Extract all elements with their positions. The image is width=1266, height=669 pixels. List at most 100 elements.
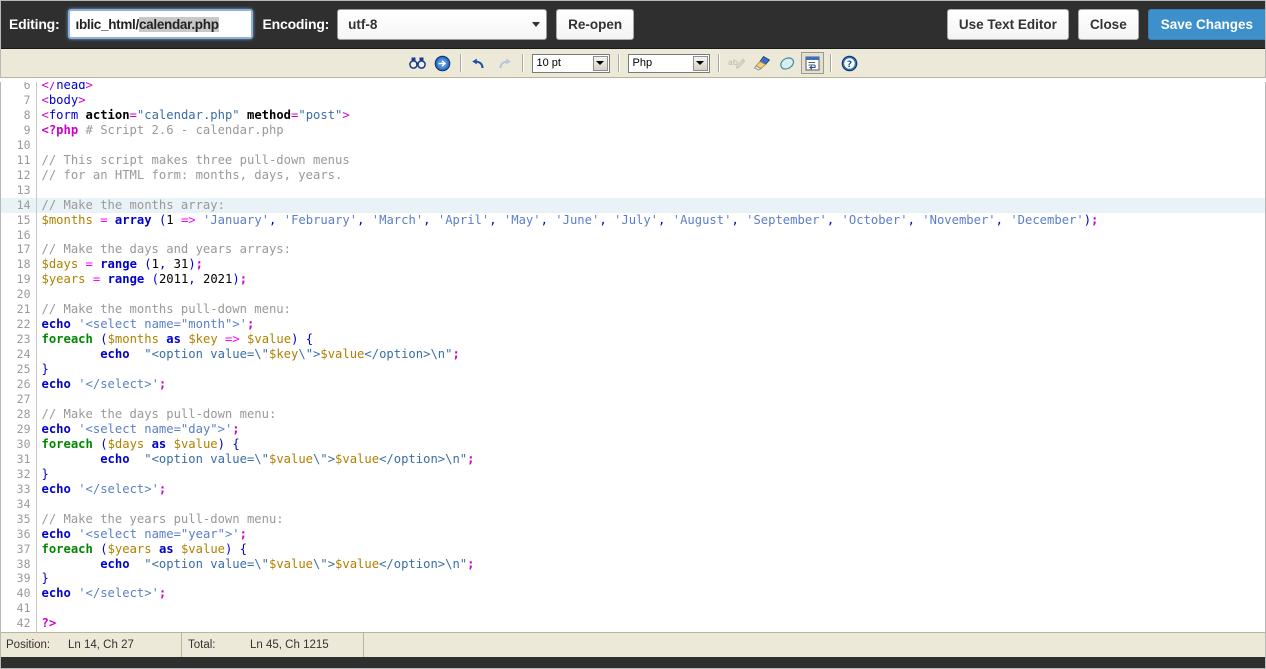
editing-label: Editing:	[9, 16, 60, 32]
code-line[interactable]: 27	[0, 392, 1266, 407]
reopen-button[interactable]: Re-open	[556, 8, 635, 40]
line-content[interactable]: echo "<option value=\"$value\">$value</o…	[36, 557, 1266, 572]
token-punc: {	[239, 541, 248, 556]
line-content[interactable]: echo '<select name="day">';	[36, 422, 1266, 437]
code-line[interactable]: 8 <form action="calendar.php" method="pos…	[0, 107, 1266, 123]
line-content[interactable]	[36, 601, 1266, 616]
line-content[interactable]: <?php # Script 2.6 - calendar.php	[36, 123, 1266, 138]
line-content[interactable]	[36, 228, 1266, 243]
word-wrap-icon[interactable]	[800, 52, 824, 74]
token-foreach: foreach	[41, 436, 93, 451]
code-line[interactable]: 20	[0, 287, 1266, 303]
code-line[interactable]: 10	[0, 137, 1266, 153]
goto-line-icon[interactable]	[431, 52, 454, 74]
encoding-value: utf-8	[348, 16, 378, 32]
code-line[interactable]: 28 // Make the days pull-down menu:	[0, 406, 1266, 422]
token-comment: // This script makes three pull-down men…	[41, 152, 350, 167]
code-line[interactable]: 21 // Make the months pull-down menu:	[0, 302, 1266, 318]
line-content[interactable]: <form action="calendar.php" method="post…	[36, 108, 1266, 123]
code-line[interactable]: 29 echo '<select name="day">';	[0, 421, 1266, 437]
line-content[interactable]: ?>	[36, 616, 1266, 631]
line-content[interactable]: // Make the days and years arrays:	[36, 242, 1266, 257]
line-content[interactable]: // Make the months array:	[36, 197, 1266, 213]
code-line[interactable]: 30 foreach ($days as $value) {	[0, 436, 1266, 452]
save-changes-button[interactable]: Save Changes	[1147, 9, 1266, 40]
filename-input[interactable]: ıblic_html/calendar.php	[67, 9, 253, 39]
code-line[interactable]: 36 echo '<select name="year">';	[0, 526, 1266, 542]
code-line[interactable]: 40 echo '</select>';	[0, 586, 1266, 602]
line-content[interactable]	[36, 497, 1266, 512]
code-line[interactable]: 24 echo "<option value=\"$key\">$value</…	[0, 347, 1266, 363]
code-line[interactable]: 34	[0, 496, 1266, 512]
code-line[interactable]: 15 $months = array (1 => 'January', 'Febr…	[0, 212, 1266, 228]
close-button[interactable]: Close	[1077, 9, 1139, 40]
line-content[interactable]: $days = range (1, 31);	[36, 257, 1266, 272]
undo-icon[interactable]	[468, 52, 491, 74]
line-content[interactable]: echo "<option value=\"$key\">$value</opt…	[36, 347, 1266, 362]
code-line[interactable]: 38 echo "<option value=\"$value\">$value…	[0, 556, 1266, 572]
line-content[interactable]: // This script makes three pull-down men…	[36, 153, 1266, 168]
clear-formatting-icon[interactable]	[776, 52, 799, 74]
use-text-editor-button[interactable]: Use Text Editor	[946, 9, 1069, 40]
line-content[interactable]: foreach ($years as $value) {	[36, 542, 1266, 557]
code-line[interactable]: 23 foreach ($months as $key => $value) {	[0, 332, 1266, 348]
line-content[interactable]: echo '</select>';	[36, 377, 1266, 392]
find-icon[interactable]	[406, 52, 429, 74]
code-line[interactable]: 7 <body>	[0, 92, 1266, 108]
line-content[interactable]: }	[36, 467, 1266, 482]
line-content[interactable]: // Make the days pull-down menu:	[36, 407, 1266, 422]
line-content[interactable]	[36, 183, 1266, 198]
status-position-value: Ln 14, Ch 27	[68, 639, 134, 651]
code-line[interactable]: 31 echo "<option value=\"$value\">$value…	[0, 451, 1266, 467]
line-content[interactable]: foreach ($days as $value) {	[36, 437, 1266, 452]
line-content[interactable]	[36, 287, 1266, 302]
line-content[interactable]: // Make the years pull-down menu:	[36, 512, 1266, 527]
code-line[interactable]: 17 // Make the days and years arrays:	[0, 242, 1266, 258]
code-line[interactable]: 35 // Make the years pull-down menu:	[0, 511, 1266, 527]
line-content[interactable]: $months = array (1 => 'January', 'Februa…	[36, 213, 1266, 228]
code-line[interactable]: 22 echo '<select name="month">';	[0, 317, 1266, 333]
code-area[interactable]: 6 </head> 7 <body> 8 <form action="calendar.p…	[0, 78, 1266, 632]
token-punc: }	[41, 466, 49, 481]
code-line[interactable]: 42 ?>	[0, 616, 1266, 632]
line-content[interactable]: echo '</select>';	[36, 586, 1266, 601]
token-attr: method	[247, 107, 292, 122]
code-line[interactable]: 19 $years = range (2011, 2021);	[0, 272, 1266, 288]
font-size-select[interactable]: 10 pt	[531, 53, 610, 73]
code-line[interactable]: 41	[0, 601, 1266, 617]
line-content[interactable]: $years = range (2011, 2021);	[36, 272, 1266, 287]
encoding-select[interactable]: utf-8	[337, 8, 548, 40]
syntax-highlight-icon[interactable]	[751, 52, 774, 74]
code-line[interactable]: 39}	[0, 571, 1266, 587]
line-content[interactable]: // for an HTML form: months, days, years…	[36, 168, 1266, 183]
line-content[interactable]	[36, 138, 1266, 153]
code-line[interactable]: 16	[0, 227, 1266, 243]
code-line[interactable]: 13	[0, 182, 1266, 198]
line-number: 29	[0, 421, 37, 437]
line-content[interactable]	[36, 392, 1266, 407]
line-content[interactable]: echo "<option value=\"$value\">$value</o…	[36, 452, 1266, 467]
code-line[interactable]: 11 // This script makes three pull-down m…	[0, 152, 1266, 168]
help-icon[interactable]: ?	[838, 52, 861, 74]
code-line[interactable]: 18 $days = range (1, 31);	[0, 257, 1266, 273]
code-line[interactable]: 33 echo '</select>';	[0, 481, 1266, 497]
token-comment: // Make the days pull-down menu:	[41, 406, 277, 421]
code-line[interactable]: 25}	[0, 362, 1266, 378]
language-select[interactable]: Php	[627, 53, 710, 73]
code-line[interactable]: 32}	[0, 466, 1266, 482]
line-content[interactable]: // Make the months pull-down menu:	[36, 302, 1266, 317]
line-content[interactable]: echo '</select>';	[36, 482, 1266, 497]
code-line[interactable]: 14 // Make the months array:	[0, 197, 1266, 213]
line-number: 19	[0, 272, 37, 288]
line-content[interactable]: }	[36, 571, 1266, 586]
line-content[interactable]: echo '<select name="year">';	[36, 527, 1266, 542]
line-content[interactable]: <body>	[36, 93, 1266, 108]
code-line[interactable]: 9 <?php # Script 2.6 - calendar.php	[0, 122, 1266, 138]
toolbar-separator	[717, 54, 720, 72]
code-line[interactable]: 37 foreach ($years as $value) {	[0, 541, 1266, 557]
code-line[interactable]: 26 echo '</select>';	[0, 377, 1266, 393]
line-content[interactable]: }	[36, 362, 1266, 377]
line-content[interactable]: echo '<select name="month">';	[36, 317, 1266, 332]
line-content[interactable]: foreach ($months as $key => $value) {	[36, 332, 1266, 347]
code-line[interactable]: 12 // for an HTML form: months, days, yea…	[0, 167, 1266, 183]
